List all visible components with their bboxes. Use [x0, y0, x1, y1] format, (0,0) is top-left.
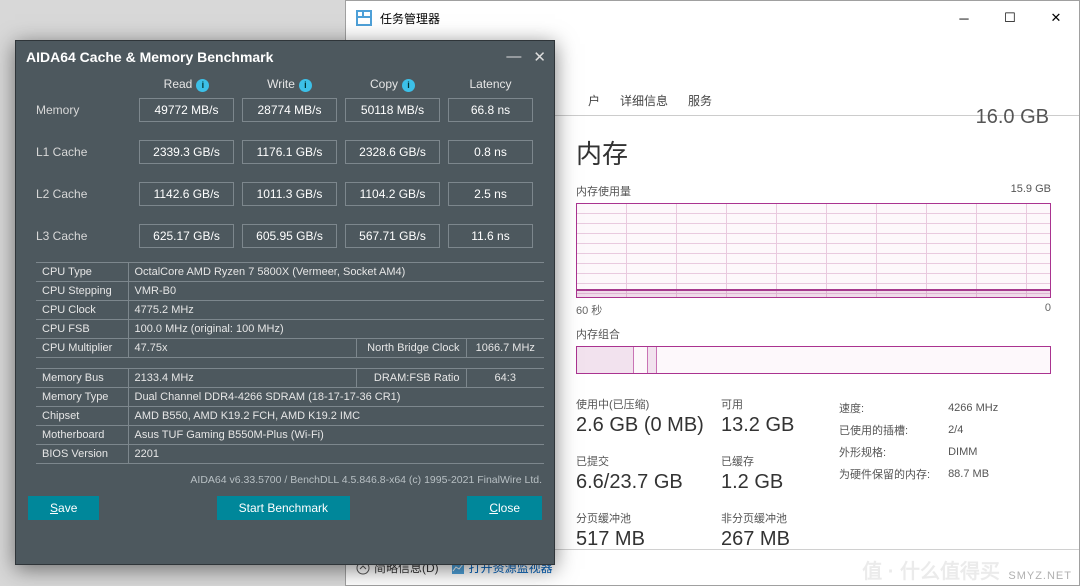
axis-left: 60 秒: [576, 302, 602, 318]
info-icon[interactable]: i: [196, 79, 209, 92]
memory-info-table: Memory Bus2133.4 MHzDRAM:FSB Ratio64:3 M…: [36, 368, 544, 464]
benchmark-row-l3: L3 Cache 625.17 GB/s 605.95 GB/s 567.71 …: [36, 224, 544, 248]
stat-in-use: 使用中(已压缩) 2.6 GB (0 MB): [576, 396, 721, 437]
memory-usage-chart[interactable]: [576, 203, 1051, 298]
benchmark-row-memory: Memory 49772 MB/s 28774 MB/s 50118 MB/s …: [36, 98, 544, 122]
stat-cached: 已缓存 1.2 GB: [721, 453, 831, 494]
memory-composition-bar[interactable]: [576, 346, 1051, 374]
tab-details[interactable]: 详细信息: [610, 86, 678, 115]
aida64-window: AIDA64 Cache & Memory Benchmark — ✕ Read…: [15, 40, 555, 565]
stat-paged: 分页缓冲池 517 MB: [576, 510, 721, 551]
benchmark-header-row: Readi Writei Copyi Latency: [36, 77, 544, 92]
memory-heading: 内存: [576, 134, 1051, 171]
info-icon[interactable]: i: [299, 79, 312, 92]
close-button[interactable]: ✕: [533, 48, 546, 66]
composition-label: 内存组合: [576, 326, 620, 342]
tab-users[interactable]: 户: [578, 86, 610, 115]
axis-right: 0: [1045, 302, 1051, 318]
close-button[interactable]: Close: [467, 496, 542, 520]
taskmanager-title: 任务管理器: [380, 10, 440, 27]
stat-nonpaged: 非分页缓冲池 267 MB: [721, 510, 831, 551]
watermark: SMYZ.NET: [1008, 570, 1072, 582]
usage-label: 内存使用量: [576, 183, 631, 199]
usage-max: 15.9 GB: [1011, 183, 1051, 199]
aida64-titlebar[interactable]: AIDA64 Cache & Memory Benchmark — ✕: [16, 41, 554, 73]
stat-available: 可用 13.2 GB: [721, 396, 831, 437]
stat-committed: 已提交 6.6/23.7 GB: [576, 453, 721, 494]
benchmark-row-l2: L2 Cache 1142.6 GB/s 1011.3 GB/s 1104.2 …: [36, 182, 544, 206]
info-icon[interactable]: i: [402, 79, 415, 92]
taskmanager-titlebar[interactable]: 任务管理器 ─ ☐ ✕: [346, 1, 1079, 35]
system-info-table: CPU TypeOctalCore AMD Ryzen 7 5800X (Ver…: [36, 262, 544, 358]
minimize-button[interactable]: —: [506, 48, 521, 66]
minimize-button[interactable]: ─: [941, 3, 987, 33]
maximize-button[interactable]: ☐: [987, 3, 1033, 33]
memory-details: 速度:4266 MHz 已使用的插槽:2/4 外形规格:DIMM 为硬件保留的内…: [837, 396, 1016, 567]
aida64-button-bar: Save Start Benchmark Close: [16, 490, 554, 530]
watermark-cn: 值 · 什么值得买: [862, 555, 1000, 584]
tab-services[interactable]: 服务: [678, 86, 722, 115]
aida64-footer: AIDA64 v6.33.5700 / BenchDLL 4.5.846.8-x…: [16, 470, 554, 490]
aida64-title: AIDA64 Cache & Memory Benchmark: [26, 49, 273, 65]
benchmark-row-l1: L1 Cache 2339.3 GB/s 1176.1 GB/s 2328.6 …: [36, 140, 544, 164]
start-benchmark-button[interactable]: Start Benchmark: [217, 496, 350, 520]
close-button[interactable]: ✕: [1033, 3, 1079, 33]
taskmanager-icon: [354, 8, 374, 28]
memory-total: 16.0 GB: [976, 106, 1049, 129]
save-button[interactable]: Save: [28, 496, 99, 520]
